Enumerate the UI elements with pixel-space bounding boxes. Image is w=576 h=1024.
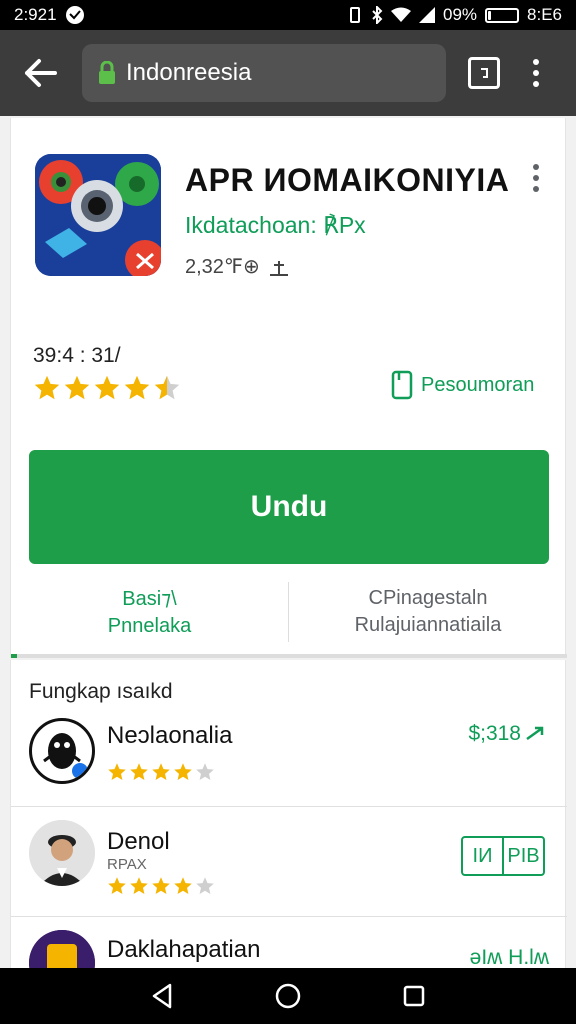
info-row: Basi⁊\ Pnnelaka CPinagestaln Rulajuianna… — [11, 582, 567, 642]
star-icon — [129, 762, 149, 787]
status-time-right: 8:E6 — [527, 5, 562, 24]
nav-home-icon[interactable] — [274, 982, 302, 1010]
url-bar[interactable]: Indonreesia — [82, 44, 446, 102]
app-icon — [35, 154, 161, 276]
star-icon — [123, 374, 151, 407]
app-meta: 2,32℉⊕ — [185, 254, 290, 279]
item-name: Daklahapatian — [107, 936, 261, 963]
item-stars — [107, 762, 215, 787]
wishlist-label: Pesoumoran — [421, 373, 535, 396]
star-icon — [195, 876, 215, 901]
badge-left: IИ — [472, 844, 493, 867]
item-price-text: $;318 — [468, 722, 521, 745]
overflow-menu-icon[interactable] — [530, 59, 542, 87]
star-icon — [151, 762, 171, 787]
app-title: APR ИOMAIKONIYIA — [185, 162, 510, 198]
divider — [11, 916, 567, 917]
item-price[interactable]: $;318 — [468, 722, 549, 746]
similar-apps-card: Fungkap ısaıkd Neɔlaonalia $;318 Denol R… — [10, 660, 567, 968]
star-icon — [33, 374, 61, 407]
battery-icon — [485, 7, 520, 23]
app-meta-text: 2,32℉⊕ — [185, 256, 260, 278]
install-button[interactable]: Undu — [29, 450, 549, 564]
tabs-icon[interactable] — [468, 57, 500, 89]
star-icon — [107, 762, 127, 787]
app-overflow-menu-icon[interactable] — [533, 164, 539, 192]
lock-icon — [99, 61, 115, 84]
arrow-icon — [526, 726, 544, 741]
star-icon — [63, 374, 91, 407]
browser-toolbar: Indonreesia — [0, 30, 576, 116]
item-stars — [107, 876, 215, 901]
status-bar: 2:921 09% 8:E6 — [0, 0, 576, 30]
avatar — [29, 718, 95, 784]
star-icon — [195, 762, 215, 787]
system-nav-bar — [0, 968, 576, 1024]
share-icon — [269, 260, 288, 276]
bookmark-icon — [391, 370, 413, 400]
signal-icon — [418, 7, 435, 23]
divider — [11, 806, 567, 807]
avatar — [29, 930, 95, 968]
item-name: Denol — [107, 828, 170, 855]
star-icon — [173, 762, 193, 787]
item-price[interactable]: ǝIʍ H.lʍ — [470, 946, 549, 968]
section-progress — [11, 654, 567, 658]
star-icon — [153, 374, 181, 407]
notification-icon — [65, 5, 85, 25]
item-sub: RPAX — [107, 856, 147, 873]
rating-stars — [33, 374, 181, 407]
star-icon — [173, 876, 193, 901]
info-right-bottom: Rulajuiannatiaila — [354, 614, 502, 636]
star-icon — [107, 876, 127, 901]
info-left[interactable]: Basi⁊\ Pnnelaka — [11, 582, 289, 642]
nav-back-icon[interactable] — [150, 983, 174, 1009]
back-arrow-icon — [25, 59, 57, 87]
rating-count: 39:4 : 31/ — [33, 344, 121, 367]
star-icon — [93, 374, 121, 407]
app-developer[interactable]: Ikdatachoan: ℟Px — [185, 212, 366, 239]
vibrate-icon — [347, 6, 363, 24]
list-item[interactable]: Denol RPAX IИ PIB — [11, 816, 567, 916]
list-item[interactable]: Daklahapatian ǝIʍ H.lʍ — [11, 926, 567, 968]
star-icon — [129, 876, 149, 901]
bluetooth-icon — [371, 6, 383, 24]
battery-percent: 09% — [442, 5, 478, 24]
url-text: Indonreesia — [126, 59, 252, 86]
status-time-left: 2:921 — [14, 5, 57, 24]
star-icon — [151, 876, 171, 901]
wifi-icon — [390, 7, 411, 23]
wishlist-button[interactable]: Pesoumoran — [391, 370, 534, 400]
item-name: Neɔlaonalia — [107, 722, 233, 749]
app-detail-card: APR ИOMAIKONIYIA Ikdatachoan: ℟Px 2,32℉⊕… — [10, 118, 567, 658]
list-item[interactable]: Neɔlaonalia $;318 — [11, 712, 567, 812]
item-badge[interactable]: IИ PIB — [461, 836, 545, 876]
badge-right: PIB — [502, 838, 543, 874]
section-title: Fungkap ısaıkd — [29, 680, 173, 703]
info-left-top: Basi⁊\ — [122, 588, 177, 610]
info-right[interactable]: CPinagestaln Rulajuiannatiaila — [289, 582, 567, 642]
nav-recents-icon[interactable] — [402, 984, 426, 1008]
info-right-top: CPinagestaln — [368, 587, 488, 609]
avatar — [29, 820, 95, 886]
back-button[interactable] — [16, 49, 64, 97]
info-left-bottom: Pnnelaka — [107, 615, 192, 637]
